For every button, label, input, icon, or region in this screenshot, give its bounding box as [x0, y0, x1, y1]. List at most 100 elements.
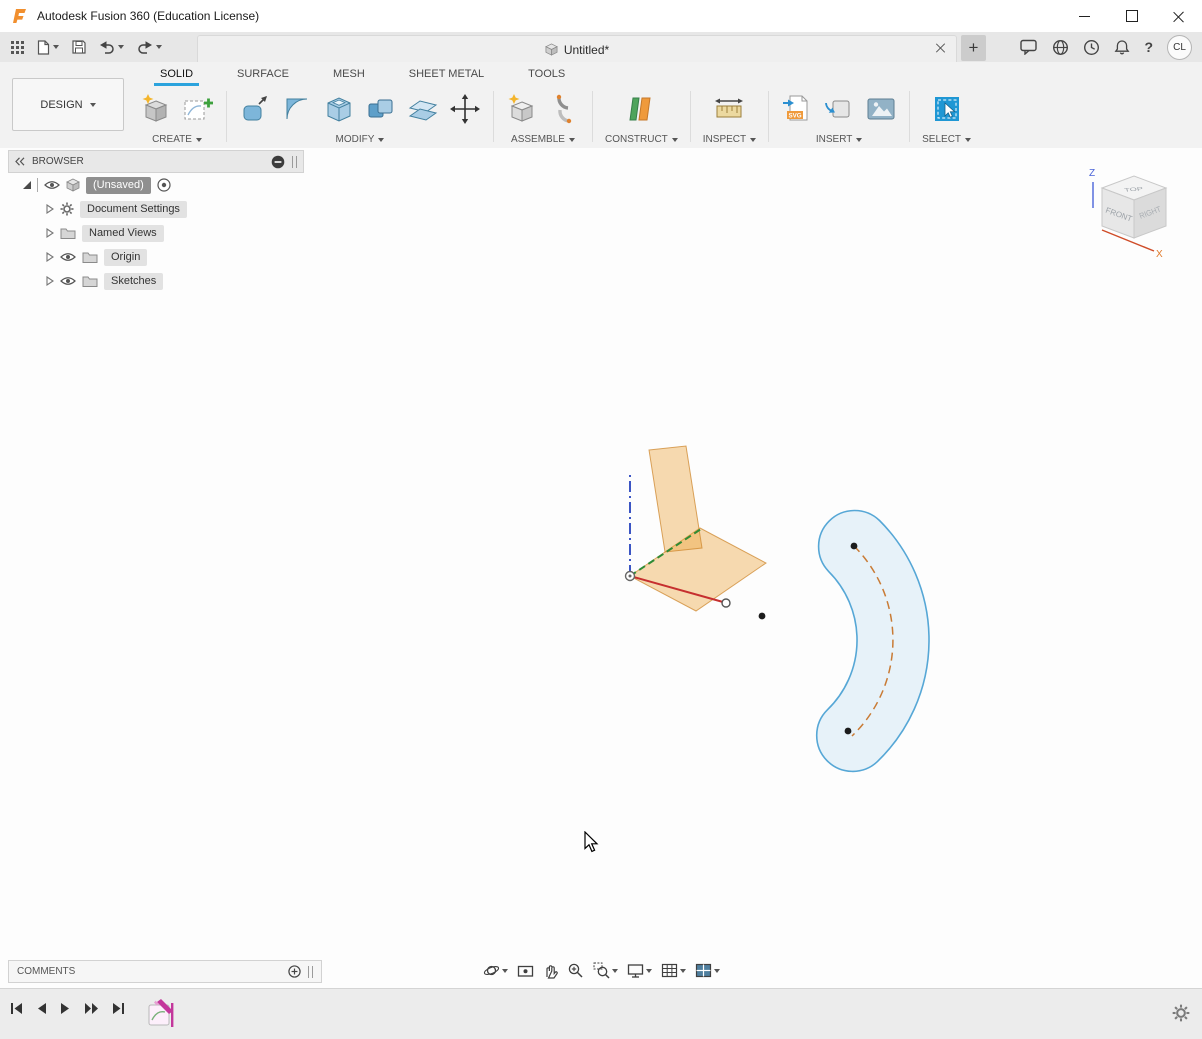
tab-tools[interactable]: TOOLS	[506, 62, 587, 86]
group-select-label: SELECT	[922, 134, 961, 145]
redo-button[interactable]	[132, 35, 167, 59]
undo-button[interactable]	[94, 35, 129, 59]
group-construct-menu[interactable]: CONSTRUCT	[605, 132, 678, 147]
browser-item-origin[interactable]: Origin	[8, 245, 304, 269]
job-status-button[interactable]	[1083, 39, 1100, 56]
visibility-eye-icon[interactable]	[44, 180, 60, 190]
collapsed-arrow-icon[interactable]	[46, 252, 54, 262]
timeline-settings-gear-icon[interactable]	[1172, 1004, 1190, 1022]
modeling-canvas[interactable]: TOP FRONT RIGHT Z X BROWSER	[0, 148, 1202, 988]
new-component-button[interactable]	[506, 93, 538, 125]
browser-root-row[interactable]: (Unsaved)	[8, 173, 304, 197]
play-button[interactable]	[60, 1002, 71, 1015]
help-button[interactable]: ?	[1144, 39, 1153, 55]
view-cube[interactable]: TOP FRONT RIGHT Z X	[1074, 162, 1184, 262]
combine-button[interactable]	[365, 93, 397, 125]
press-pull-button[interactable]	[239, 93, 271, 125]
offset-plane-button[interactable]	[407, 93, 439, 125]
comments-bar[interactable]: COMMENTS	[8, 960, 322, 983]
group-inspect-menu[interactable]: INSPECT	[703, 132, 756, 147]
grid-snaps-button[interactable]	[661, 963, 686, 978]
collapsed-arrow-icon[interactable]	[46, 228, 54, 238]
browser-item-sketches[interactable]: Sketches	[8, 269, 304, 293]
tab-surface[interactable]: SURFACE	[215, 62, 311, 86]
minimize-button[interactable]	[1061, 0, 1108, 32]
user-avatar[interactable]: CL	[1167, 35, 1192, 60]
sketch-point[interactable]	[845, 728, 852, 735]
browser-root-label[interactable]: (Unsaved)	[86, 177, 151, 194]
close-button[interactable]	[1155, 0, 1202, 32]
step-back-button[interactable]	[36, 1002, 47, 1015]
workspace-switcher-button[interactable]: DESIGN	[12, 78, 124, 131]
add-comment-icon[interactable]	[288, 965, 301, 978]
pan-button[interactable]	[543, 963, 558, 979]
tab-sheet-metal[interactable]: SHEET METAL	[387, 62, 506, 86]
document-tab[interactable]: Untitled*	[197, 35, 957, 63]
insert-svg-button[interactable]: SVG	[781, 93, 813, 125]
display-settings-button[interactable]	[627, 963, 652, 979]
group-modify-menu[interactable]: MODIFY	[336, 132, 385, 147]
create-sketch-button[interactable]	[182, 93, 214, 125]
group-create-menu[interactable]: CREATE	[152, 132, 202, 147]
activate-radio-icon[interactable]	[157, 178, 171, 192]
document-tab-close-button[interactable]	[935, 43, 947, 55]
timeline-sketch-feature[interactable]	[147, 997, 177, 1029]
canvas-button[interactable]	[865, 93, 897, 125]
construct-plane-button[interactable]	[625, 93, 657, 125]
browser-minimize-icon[interactable]	[271, 155, 285, 169]
browser-item-label[interactable]: Origin	[104, 249, 147, 266]
comment-bubble-icon	[1020, 39, 1038, 55]
browser-header[interactable]: BROWSER	[8, 150, 304, 173]
visibility-eye-icon[interactable]	[60, 252, 76, 262]
sketch-point[interactable]	[759, 613, 766, 620]
web-button[interactable]	[1052, 39, 1069, 56]
measure-button[interactable]	[713, 93, 745, 125]
group-select-menu[interactable]: SELECT	[922, 132, 971, 147]
notifications-button[interactable]	[1114, 39, 1130, 56]
browser-item-label[interactable]: Named Views	[82, 225, 164, 242]
app-grid-button[interactable]	[6, 35, 29, 59]
orbit-icon	[483, 962, 500, 979]
sketch-point[interactable]	[851, 543, 858, 550]
zoom-button[interactable]	[567, 962, 584, 979]
tab-mesh[interactable]: MESH	[311, 62, 387, 86]
panel-grip[interactable]	[292, 156, 297, 168]
axis-endpoint-handle[interactable]	[722, 599, 730, 607]
expand-arrow-icon[interactable]	[23, 181, 31, 189]
zoom-window-icon	[593, 962, 610, 979]
group-insert-menu[interactable]: INSERT	[816, 132, 863, 147]
origin-plane-xz[interactable]	[649, 446, 702, 552]
go-to-end-button[interactable]	[112, 1002, 125, 1015]
step-forward-button[interactable]	[84, 1002, 99, 1015]
save-button[interactable]	[67, 35, 91, 59]
viewports-button[interactable]	[695, 963, 720, 978]
move-copy-button[interactable]	[449, 93, 481, 125]
select-button[interactable]	[931, 93, 963, 125]
zoom-window-button[interactable]	[593, 962, 618, 979]
joint-button[interactable]	[548, 93, 580, 125]
file-menu-button[interactable]	[32, 35, 64, 59]
fillet-button[interactable]	[281, 93, 313, 125]
group-assemble-menu[interactable]: ASSEMBLE	[511, 132, 575, 147]
panel-grip[interactable]	[308, 966, 313, 978]
browser-item-label[interactable]: Document Settings	[80, 201, 187, 218]
look-at-button[interactable]	[517, 963, 534, 979]
create-form-button[interactable]	[140, 93, 172, 125]
orbit-button[interactable]	[483, 962, 508, 979]
sketch-profile-bean[interactable]	[817, 510, 929, 771]
go-to-start-button[interactable]	[10, 1002, 23, 1015]
browser-item-named-views[interactable]: Named Views	[8, 221, 304, 245]
collapsed-arrow-icon[interactable]	[46, 204, 54, 214]
titlebar: Autodesk Fusion 360 (Education License)	[0, 0, 1202, 33]
collapse-chevrons-icon[interactable]	[15, 157, 25, 166]
comments-panel-button[interactable]	[1020, 39, 1038, 55]
new-document-tab-button[interactable]: +	[961, 35, 986, 61]
tab-solid[interactable]: SOLID	[138, 62, 215, 86]
insert-derive-button[interactable]	[823, 93, 855, 125]
browser-item-label[interactable]: Sketches	[104, 273, 163, 290]
collapsed-arrow-icon[interactable]	[46, 276, 54, 286]
browser-item-document-settings[interactable]: Document Settings	[8, 197, 304, 221]
shell-button[interactable]	[323, 93, 355, 125]
visibility-eye-icon[interactable]	[60, 276, 76, 286]
maximize-button[interactable]	[1108, 0, 1155, 32]
